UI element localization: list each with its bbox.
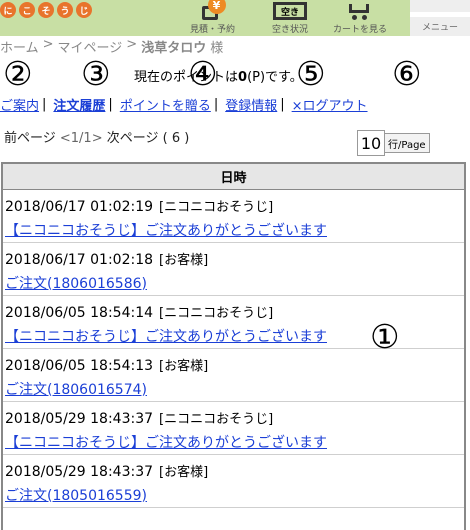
table-row: 2018/06/17 01:02:18 [お客様] ご注文(1806016586) [3,243,464,296]
nav-logout[interactable]: ×ログアウト [292,95,368,114]
menu-label: メニュー [421,23,458,33]
table-row: 2018/05/29 18:43:37 [ニコニコおそうじ] 【ニコニコおそうじ】… [3,402,464,455]
row-datetime: 2018/05/29 18:43:37 [5,411,154,427]
row-datetime: 2018/06/17 01:02:19 [5,199,154,215]
row-message-link[interactable]: ご注文(1805016559) [5,485,147,505]
annotation-1: ① [370,317,400,356]
row-sender: [ニコニコおそうじ] [159,306,274,321]
annotation-5: ⑤ [296,54,326,93]
breadcrumb-suffix: 様 [210,41,224,56]
annotation-6: ⑥ [392,54,422,93]
row-message-link[interactable]: ご注文(1806016574) [5,379,147,399]
row-datetime: 2018/06/05 18:54:14 [5,305,154,321]
logo-char: に [0,2,16,18]
row-datetime: 2018/05/29 18:43:37 [5,464,154,480]
pager-count: ( 6 ) [162,131,190,146]
nav-give-points[interactable]: ポイントを贈る [120,95,211,114]
cart-icon [347,2,373,20]
nav-registration-info[interactable]: 登録情報 [225,95,277,114]
row-sender: [ニコニコおそうじ] [159,412,274,427]
row-message-link[interactable]: 【ニコニコおそうじ】ご注文ありがとうございます [5,432,327,452]
row-sender: [お客様] [159,465,209,480]
rows-per-page-input[interactable]: 10 [357,130,385,156]
row-message-link[interactable]: 【ニコニコおそうじ】ご注文ありがとうございます [5,326,327,346]
header-nav-label: 空き状況 [272,25,309,35]
header-nav-estimate[interactable]: ¥ 見積・予約 [190,0,235,35]
logo-char: そ [38,2,54,18]
yen-icon: ¥ [201,0,226,20]
logo-char: こ [19,2,35,18]
table-row: 2018/06/05 18:54:13 [お客様] ご注文(1806016574) [3,349,464,402]
calendar-icon: 空き [273,2,307,20]
points-value: 0 [238,70,248,85]
table-header-datetime: 日時 [3,164,464,190]
row-datetime: 2018/06/05 18:54:13 [5,358,154,374]
logo-char: じ [76,2,92,18]
pager-next[interactable]: 次ページ [107,131,159,146]
breadcrumb-separator: > [126,37,138,52]
breadcrumb-separator: > [42,37,54,52]
menu-button[interactable]: メニュー [410,0,470,36]
breadcrumb-mypage[interactable]: マイページ [58,37,123,56]
row-sender: [ニコニコおそうじ] [159,200,274,215]
breadcrumb: ホーム > マイページ > 浅草タロウ 様 [0,37,224,56]
nav-order-history[interactable]: 注文履歴 [53,95,105,114]
points-text: 現在のポイントは0(P)です。 [134,70,303,85]
rows-per-page: 10 行/Page [357,130,430,156]
site-header: に こ そ う じ ¥ 見積・予約 空き 空き状況 カートを見る メニュー [0,0,470,36]
mypage-nav: ご案内 | 注文履歴 | ポイントを贈る | 登録情報 | ×ログアウト [0,95,368,114]
table-row: 2018/06/17 01:02:19 [ニコニコおそうじ] 【ニコニコおそうじ】… [3,190,464,243]
pager-page: <1/1> [59,131,103,146]
row-sender: [お客様] [159,253,209,268]
annotation-2: ② [3,54,33,93]
breadcrumb-user: 浅草タロウ [141,41,207,56]
site-logo[interactable]: に こ そ う じ [0,0,92,18]
row-message-link[interactable]: 【ニコニコおそうじ】ご注文ありがとうございます [5,220,327,240]
row-message-link[interactable]: ご注文(1806016586) [5,273,147,293]
table-row: 2018/05/29 18:43:37 [お客様] ご注文(1805016559) [3,455,464,508]
row-datetime: 2018/06/17 01:02:18 [5,252,154,268]
pager-prev[interactable]: 前ページ [4,131,56,146]
header-nav-cart[interactable]: カートを見る [333,0,387,35]
annotation-3: ③ [81,54,111,93]
hamburger-icon [410,12,470,17]
row-sender: [お客様] [159,359,209,374]
header-nav-label: カートを見る [333,25,388,35]
nav-guide[interactable]: ご案内 [0,95,39,114]
annotation-4: ④ [188,54,218,93]
rows-per-page-unit[interactable]: 行/Page [385,133,430,153]
pager: 前ページ <1/1> 次ページ ( 6 ) [4,127,189,146]
header-nav-label: 見積・予約 [190,25,236,35]
breadcrumb-home[interactable]: ホーム [0,37,39,56]
header-nav-availability[interactable]: 空き 空き状況 [272,0,308,35]
logo-char: う [57,2,73,18]
